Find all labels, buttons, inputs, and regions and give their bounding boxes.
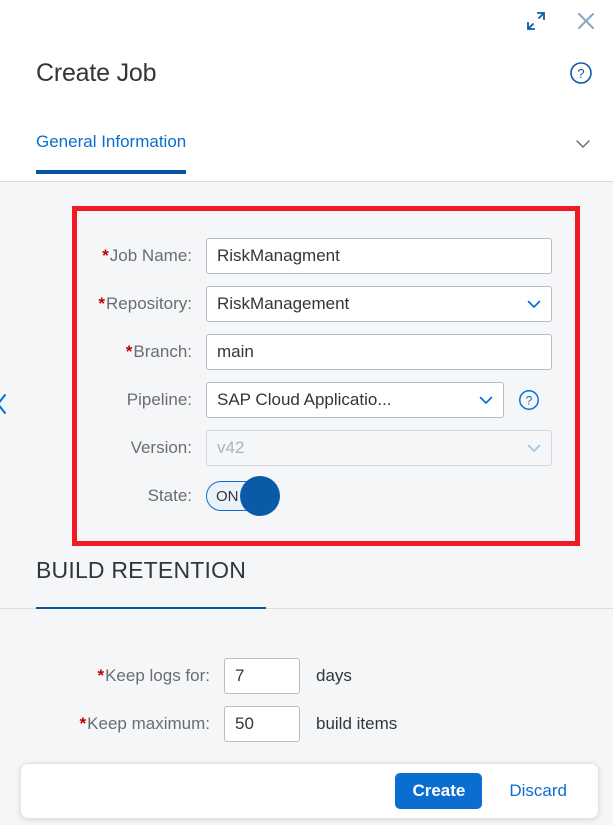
form-row-job-name: *Job Name: RiskManagment	[0, 232, 613, 280]
label-text: Version:	[130, 438, 192, 457]
keep-maximum-unit: build items	[316, 714, 398, 733]
close-icon[interactable]	[573, 8, 599, 34]
window-controls	[523, 8, 599, 34]
chevron-down-icon	[477, 391, 495, 409]
svg-text:?: ?	[577, 66, 584, 81]
pipeline-help-icon[interactable]: ?	[516, 387, 542, 413]
general-information-form: *Job Name: RiskManagment *Repository: Ri…	[0, 232, 613, 520]
branch-value: main	[217, 342, 254, 361]
state-toggle-label: ON	[216, 487, 239, 505]
version-value: v42	[217, 438, 245, 457]
keep-logs-input[interactable]: 7	[224, 658, 300, 694]
label-text: Pipeline:	[126, 390, 192, 409]
label-version: Version:	[24, 438, 206, 458]
keep-logs-unit: days	[316, 666, 352, 685]
version-select: v42	[206, 430, 552, 466]
label-text: Keep logs for:	[105, 666, 210, 685]
required-marker: *	[79, 714, 87, 733]
label-job-name: *Job Name:	[24, 246, 206, 266]
required-marker: *	[125, 342, 133, 361]
state-toggle-knob	[240, 476, 280, 516]
pipeline-select[interactable]: SAP Cloud Applicatio...	[206, 382, 504, 418]
label-text: Branch:	[133, 342, 192, 361]
dialog-header: Create Job ?	[0, 44, 613, 102]
pipeline-value: SAP Cloud Applicatio...	[217, 390, 392, 409]
discard-button[interactable]: Discard	[492, 773, 584, 809]
chevron-down-icon	[525, 439, 543, 457]
build-retention-indicator	[36, 607, 266, 609]
form-row-keep-maximum: *Keep maximum: 50 build items	[0, 700, 613, 748]
label-pipeline: Pipeline:	[24, 390, 206, 410]
form-row-keep-logs: *Keep logs for: 7 days	[0, 652, 613, 700]
label-branch: *Branch:	[24, 342, 206, 362]
dialog-content: *Job Name: RiskManagment *Repository: Ri…	[0, 182, 613, 825]
expand-icon[interactable]	[523, 8, 549, 34]
form-row-branch: *Branch: main	[0, 328, 613, 376]
dialog-footer: Create Discard	[20, 763, 599, 819]
repository-value: RiskManagement	[217, 294, 350, 313]
job-name-input[interactable]: RiskManagment	[206, 238, 552, 274]
chevron-left-icon[interactable]	[0, 387, 8, 421]
job-name-value: RiskManagment	[217, 246, 340, 265]
form-row-version: Version: v42	[0, 424, 613, 472]
help-circle-icon[interactable]: ?	[567, 59, 595, 87]
page-title: Create Job	[36, 58, 157, 87]
label-text: Keep maximum:	[87, 714, 210, 733]
form-row-pipeline: Pipeline: SAP Cloud Applicatio... ?	[0, 376, 613, 424]
keep-maximum-input[interactable]: 50	[224, 706, 300, 742]
label-state: State:	[24, 486, 206, 506]
create-button[interactable]: Create	[395, 773, 483, 809]
build-retention-form: *Keep logs for: 7 days *Keep maximum: 50…	[0, 652, 613, 748]
label-keep-maximum: *Keep maximum:	[24, 714, 224, 734]
svg-text:?: ?	[526, 394, 533, 408]
label-repository: *Repository:	[24, 294, 206, 314]
form-row-repository: *Repository: RiskManagement	[0, 280, 613, 328]
label-text: State:	[147, 486, 192, 505]
chevron-down-icon[interactable]	[569, 130, 597, 158]
required-marker: *	[97, 666, 105, 685]
build-retention-heading: BUILD RETENTION	[36, 557, 247, 583]
repository-select[interactable]: RiskManagement	[206, 286, 552, 322]
label-text: Repository:	[106, 294, 192, 313]
label-keep-logs: *Keep logs for:	[24, 666, 224, 686]
required-marker: *	[102, 246, 109, 265]
chevron-down-icon	[525, 295, 543, 313]
tabstrip: General Information	[0, 124, 613, 184]
required-marker: *	[98, 294, 106, 313]
tab-selected-indicator	[36, 170, 187, 174]
form-row-state: State: ON	[0, 472, 613, 520]
keep-logs-value: 7	[235, 666, 245, 685]
branch-input[interactable]: main	[206, 334, 552, 370]
tab-label: General Information	[36, 132, 187, 151]
label-text: Job Name:	[109, 246, 192, 265]
tab-general-information[interactable]: General Information	[36, 124, 187, 174]
keep-maximum-value: 50	[235, 714, 254, 733]
state-toggle[interactable]: ON	[206, 476, 280, 516]
